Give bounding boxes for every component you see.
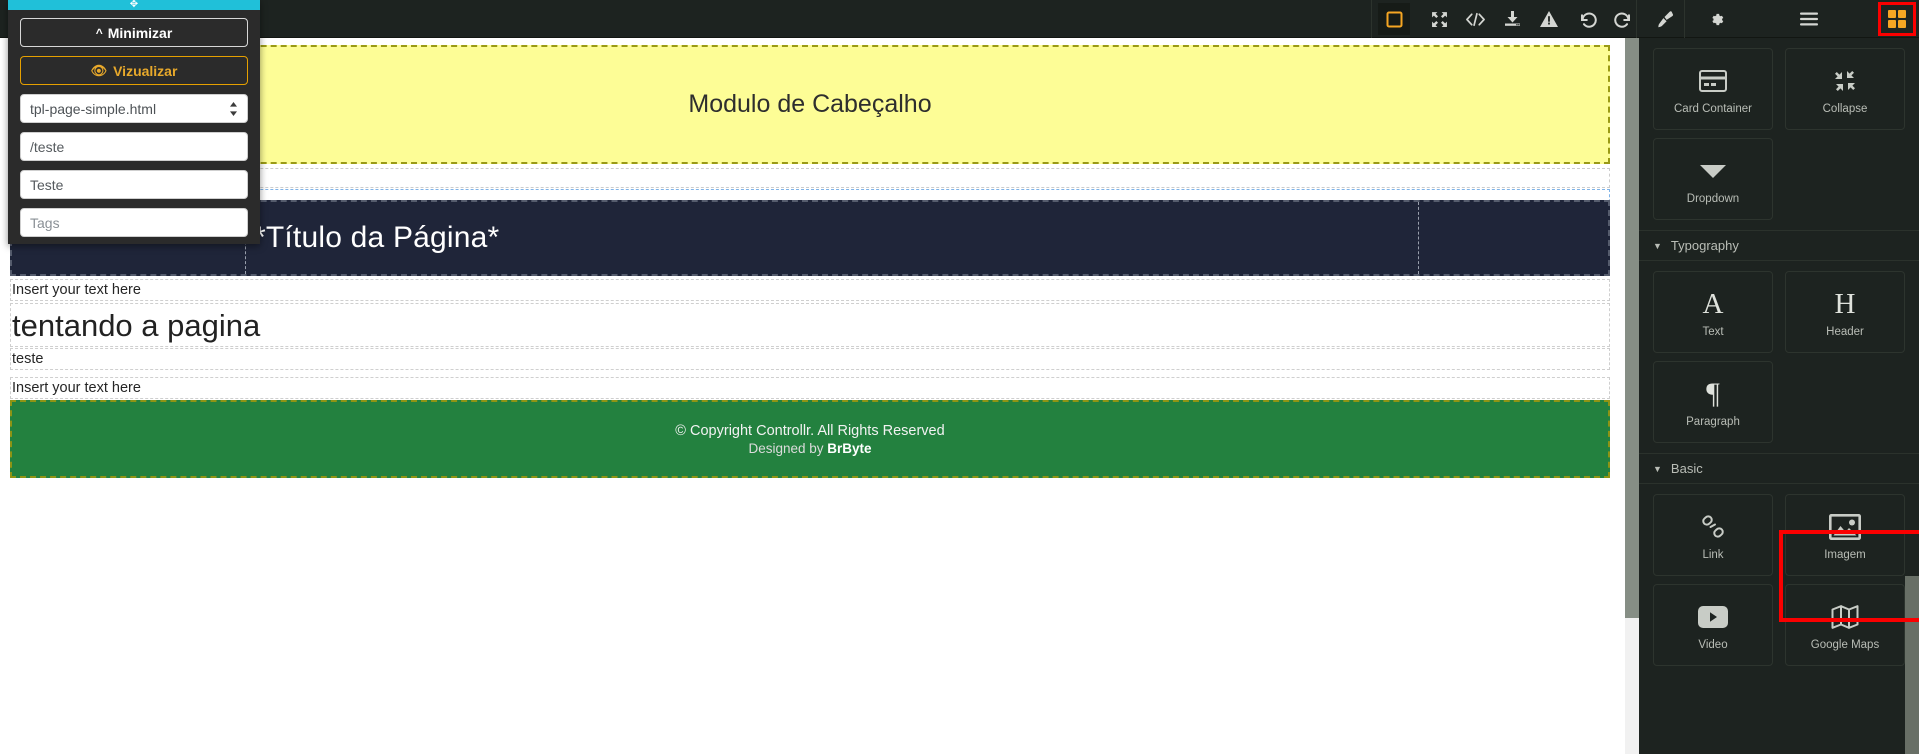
image-icon	[1829, 509, 1861, 545]
minimize-button-label: Minimizar	[107, 24, 173, 41]
eye-icon: 👁	[90, 62, 108, 78]
preview-button[interactable]: 👁 Vizualizar	[20, 56, 248, 85]
download-icon[interactable]	[1496, 3, 1528, 35]
sidebar-section-label: Basic	[1670, 461, 1703, 476]
footer-brand: BrByte	[827, 440, 872, 456]
sidebar-section-typography[interactable]: ▼ Typography	[1639, 230, 1919, 261]
sidebar-item-text[interactable]: A Text	[1647, 267, 1779, 357]
card-container-icon	[1699, 63, 1727, 99]
tags-field-placeholder: Tags	[30, 214, 60, 231]
preview-button-label: Vizualizar	[113, 62, 178, 79]
header-module-text: Modulo de Cabeçalho	[688, 90, 932, 118]
dropdown-icon	[1700, 153, 1726, 189]
component-group-basic: Link Imagem Video Google Maps	[1639, 484, 1919, 676]
name-field-value: Teste	[30, 176, 64, 193]
minimize-button[interactable]: ^ Minimizar	[20, 18, 248, 47]
video-youtube-icon	[1698, 599, 1728, 635]
text-row-label: teste	[12, 351, 44, 367]
name-field[interactable]: Teste	[20, 170, 248, 199]
settings-gear-icon[interactable]	[1700, 3, 1732, 35]
map-icon	[1831, 599, 1859, 635]
title-column-right[interactable]	[1419, 202, 1608, 274]
toolbar-divider-2	[1636, 0, 1637, 38]
sidebar-item-label: Video	[1698, 639, 1728, 651]
template-select-value: tpl-page-simple.html	[30, 100, 157, 117]
chevron-up-icon: ^	[95, 25, 103, 40]
text-a-icon: A	[1702, 287, 1724, 320]
toolbar-divider	[1371, 0, 1372, 38]
chevron-down-icon: ▼	[1653, 463, 1662, 474]
tags-field[interactable]: Tags	[20, 208, 248, 237]
select-box-icon[interactable]	[1378, 3, 1410, 35]
redo-icon[interactable]	[1607, 3, 1639, 35]
sidebar-item-link[interactable]: Link	[1647, 490, 1779, 580]
code-view-icon[interactable]	[1459, 3, 1491, 35]
sidebar-item-label: Imagem	[1824, 549, 1866, 561]
route-field[interactable]: /teste	[20, 132, 248, 161]
layers-menu-icon[interactable]	[1793, 3, 1825, 35]
text-placeholder-row-2[interactable]: Insert your text here	[10, 377, 1610, 399]
text-placeholder-label: Insert your text here	[12, 282, 141, 298]
page-settings-panel: ✥ ^ Minimizar 👁 Vizualizar tpl-page-simp…	[8, 0, 260, 244]
canvas-scrollbar[interactable]	[1625, 38, 1639, 754]
fullscreen-icon[interactable]	[1423, 3, 1455, 35]
sidebar-item-label: Google Maps	[1810, 639, 1880, 651]
text-row[interactable]: teste	[10, 348, 1610, 370]
top-toolbar	[0, 0, 1919, 38]
heading-row[interactable]: tentando a pagina	[10, 303, 1610, 347]
sidebar-item-google-maps[interactable]: Google Maps	[1779, 580, 1911, 670]
component-group-typography: A Text H Header ¶ Paragraph	[1639, 261, 1919, 453]
sidebar-item-label: Header	[1826, 326, 1864, 338]
title-column-main[interactable]: *Título da Página*	[246, 202, 1419, 274]
sidebar-item-paragraph[interactable]: ¶ Paragraph	[1647, 357, 1779, 447]
sidebar-item-label: Paragraph	[1686, 416, 1740, 428]
panel-drag-handle[interactable]: ✥	[8, 0, 260, 10]
footer-designed-prefix: Designed by	[748, 440, 828, 456]
paragraph-pilcrow-icon: ¶	[1706, 377, 1720, 410]
component-group-layout: Card Container Collapse Dropdown	[1639, 38, 1919, 230]
link-chain-icon	[1699, 509, 1727, 545]
sidebar-section-basic[interactable]: ▼ Basic	[1639, 453, 1919, 484]
collapse-icon	[1832, 63, 1858, 99]
sidebar-scrollbar-thumb[interactable]	[1905, 576, 1919, 754]
sidebar-item-header[interactable]: H Header	[1779, 267, 1911, 357]
sidebar-section-label: Typography	[1670, 238, 1739, 253]
sidebar-item-label: Card Container	[1674, 103, 1752, 115]
canvas-scrollbar-thumb[interactable]	[1625, 38, 1639, 618]
warning-icon[interactable]	[1533, 3, 1565, 35]
move-arrows-icon: ✥	[129, 0, 139, 10]
sidebar-item-label: Text	[1702, 326, 1724, 338]
sidebar-item-label: Link	[1702, 549, 1724, 561]
chevron-down-icon: ▼	[1653, 240, 1662, 251]
footer-designed-by: Designed by BrByte	[748, 441, 871, 456]
footer-module-block[interactable]: © Copyright Controllr. All Rights Reserv…	[10, 400, 1610, 478]
header-h-icon: H	[1834, 287, 1856, 320]
sidebar-item-card-container[interactable]: Card Container	[1647, 44, 1779, 134]
sidebar-item-label: Dropdown	[1686, 193, 1740, 205]
blocks-grid-icon[interactable]	[1888, 10, 1906, 28]
text-placeholder-label-2: Insert your text here	[12, 380, 141, 396]
panel-body: ^ Minimizar 👁 Vizualizar tpl-page-simple…	[8, 10, 260, 237]
text-placeholder-row[interactable]: Insert your text here	[10, 279, 1610, 301]
page-title: *Título da Página*	[254, 221, 500, 254]
paint-brush-icon[interactable]	[1649, 3, 1681, 35]
blocks-grid-icon-highlight	[1878, 2, 1916, 36]
toolbar-divider-3	[1684, 0, 1685, 38]
sidebar-item-collapse[interactable]: Collapse	[1779, 44, 1911, 134]
route-field-value: /teste	[30, 138, 65, 155]
undo-icon[interactable]	[1572, 3, 1604, 35]
footer-copyright: © Copyright Controllr. All Rights Reserv…	[675, 422, 945, 439]
template-select[interactable]: tpl-page-simple.html	[20, 94, 248, 123]
sidebar-item-dropdown[interactable]: Dropdown	[1647, 134, 1779, 224]
heading-text: tentando a pagina	[12, 307, 261, 343]
sidebar-item-label: Collapse	[1822, 103, 1868, 115]
sidebar-item-video[interactable]: Video	[1647, 580, 1779, 670]
chevron-updown-icon	[229, 101, 238, 116]
sidebar-item-imagem[interactable]: Imagem	[1779, 490, 1911, 580]
components-sidebar: Card Container Collapse Dropdown ▼ Typog…	[1639, 38, 1919, 754]
